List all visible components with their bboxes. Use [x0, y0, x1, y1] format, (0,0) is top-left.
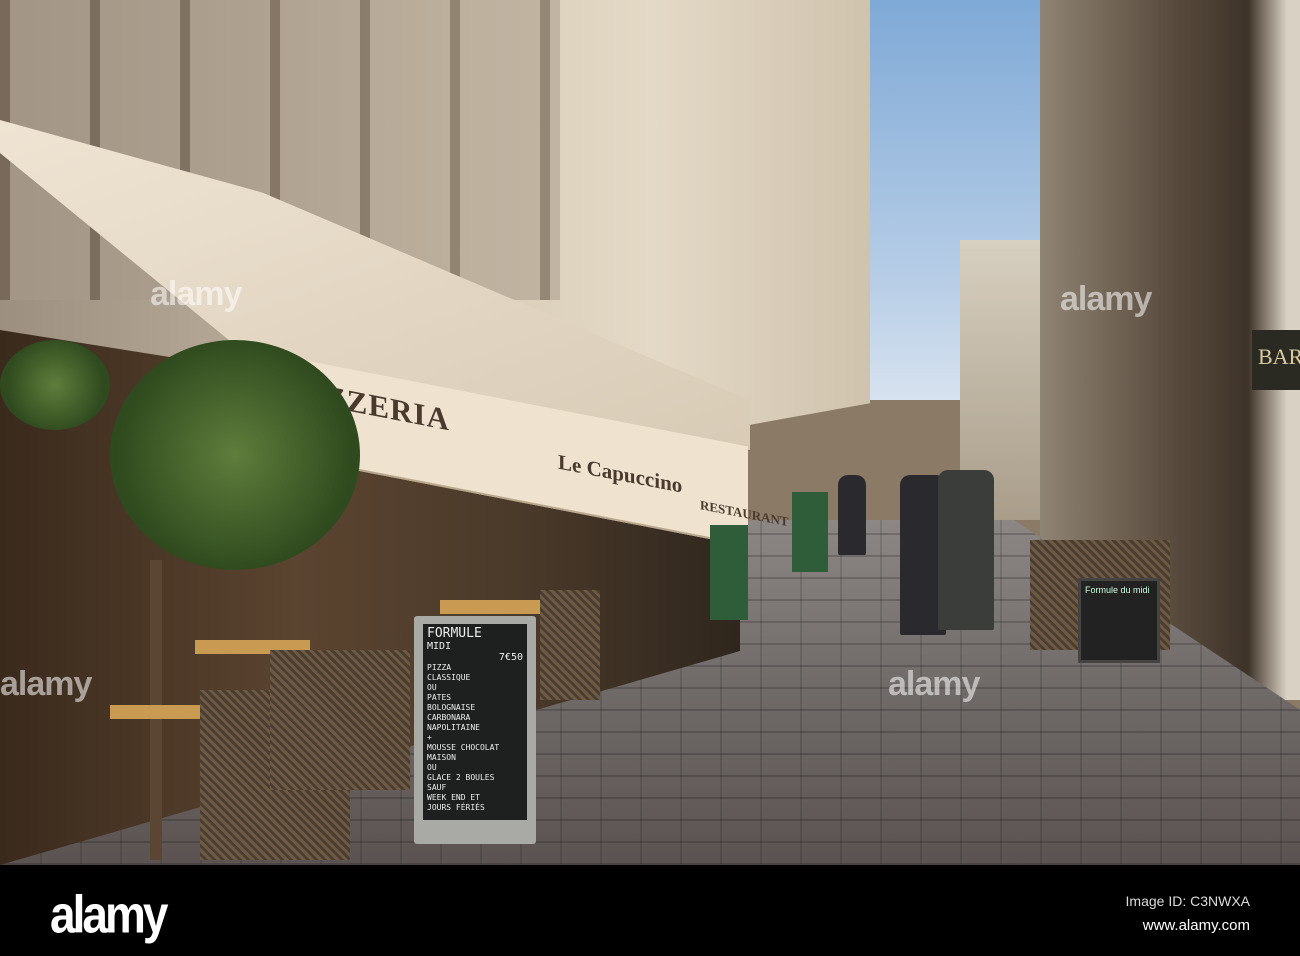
board-line: MAISON — [427, 753, 456, 762]
board-price: 7€50 — [498, 652, 523, 663]
board-line: JOURS FÉRIÉS — [427, 803, 485, 812]
wicker-chair — [540, 590, 600, 700]
menu-chalkboard: FORMULE MIDI 7€50 PIZZA CLASSIQUE OU PAT… — [414, 616, 536, 844]
board-line: OU — [427, 763, 437, 772]
alamy-logo: alamy — [50, 884, 168, 944]
capuccino-sign: Le Capuccino — [558, 449, 683, 498]
board-line: OU — [427, 683, 437, 692]
potted-tree — [110, 340, 360, 570]
board-line: PATES — [427, 693, 452, 702]
street-scene-photo: PIZZERIA Le Capuccino RESTAURANT FORMULE… — [0, 0, 1300, 865]
pedestrian — [938, 470, 994, 630]
board-title: FORMULE — [427, 626, 482, 641]
watermark: alamy — [1060, 280, 1152, 318]
board-line: MOUSSE CHOCOLAT — [427, 743, 500, 752]
watermark: alamy — [0, 665, 92, 703]
board-line: CLASSIQUE — [427, 673, 471, 682]
right-menu-board: Formule du midi — [1078, 578, 1160, 663]
watermark: alamy — [150, 275, 242, 313]
board-line: + — [427, 733, 432, 742]
image-id: Image ID: C3NWXA — [1125, 893, 1250, 909]
green-menu-board — [792, 492, 828, 572]
bar-sign: BAR — [1252, 330, 1300, 390]
board-line: PIZZA — [427, 663, 452, 672]
board-line: SAUF — [427, 783, 447, 792]
board-line: BOLOGNAISE — [427, 703, 476, 712]
stock-photo: PIZZERIA Le Capuccino RESTAURANT FORMULE… — [0, 0, 1300, 956]
board-line: CARBONARA — [427, 713, 471, 722]
site-url: www.alamy.com — [1142, 917, 1250, 934]
wicker-chair — [270, 650, 410, 790]
green-menu-board — [710, 525, 748, 620]
board-line: GLACE 2 BOULES — [427, 773, 495, 782]
board-subtitle: MIDI — [427, 641, 452, 652]
chalkboard-text: FORMULE MIDI 7€50 PIZZA CLASSIQUE OU PAT… — [423, 624, 527, 820]
board-line: WEEK END ET — [427, 793, 480, 802]
pedestrian — [838, 475, 866, 555]
hanging-plant — [0, 340, 110, 430]
footer-bar: alamy Image ID: C3NWXA www.alamy.com — [0, 865, 1300, 956]
watermark: alamy — [888, 665, 980, 703]
board-line: NAPOLITAINE — [427, 723, 480, 732]
